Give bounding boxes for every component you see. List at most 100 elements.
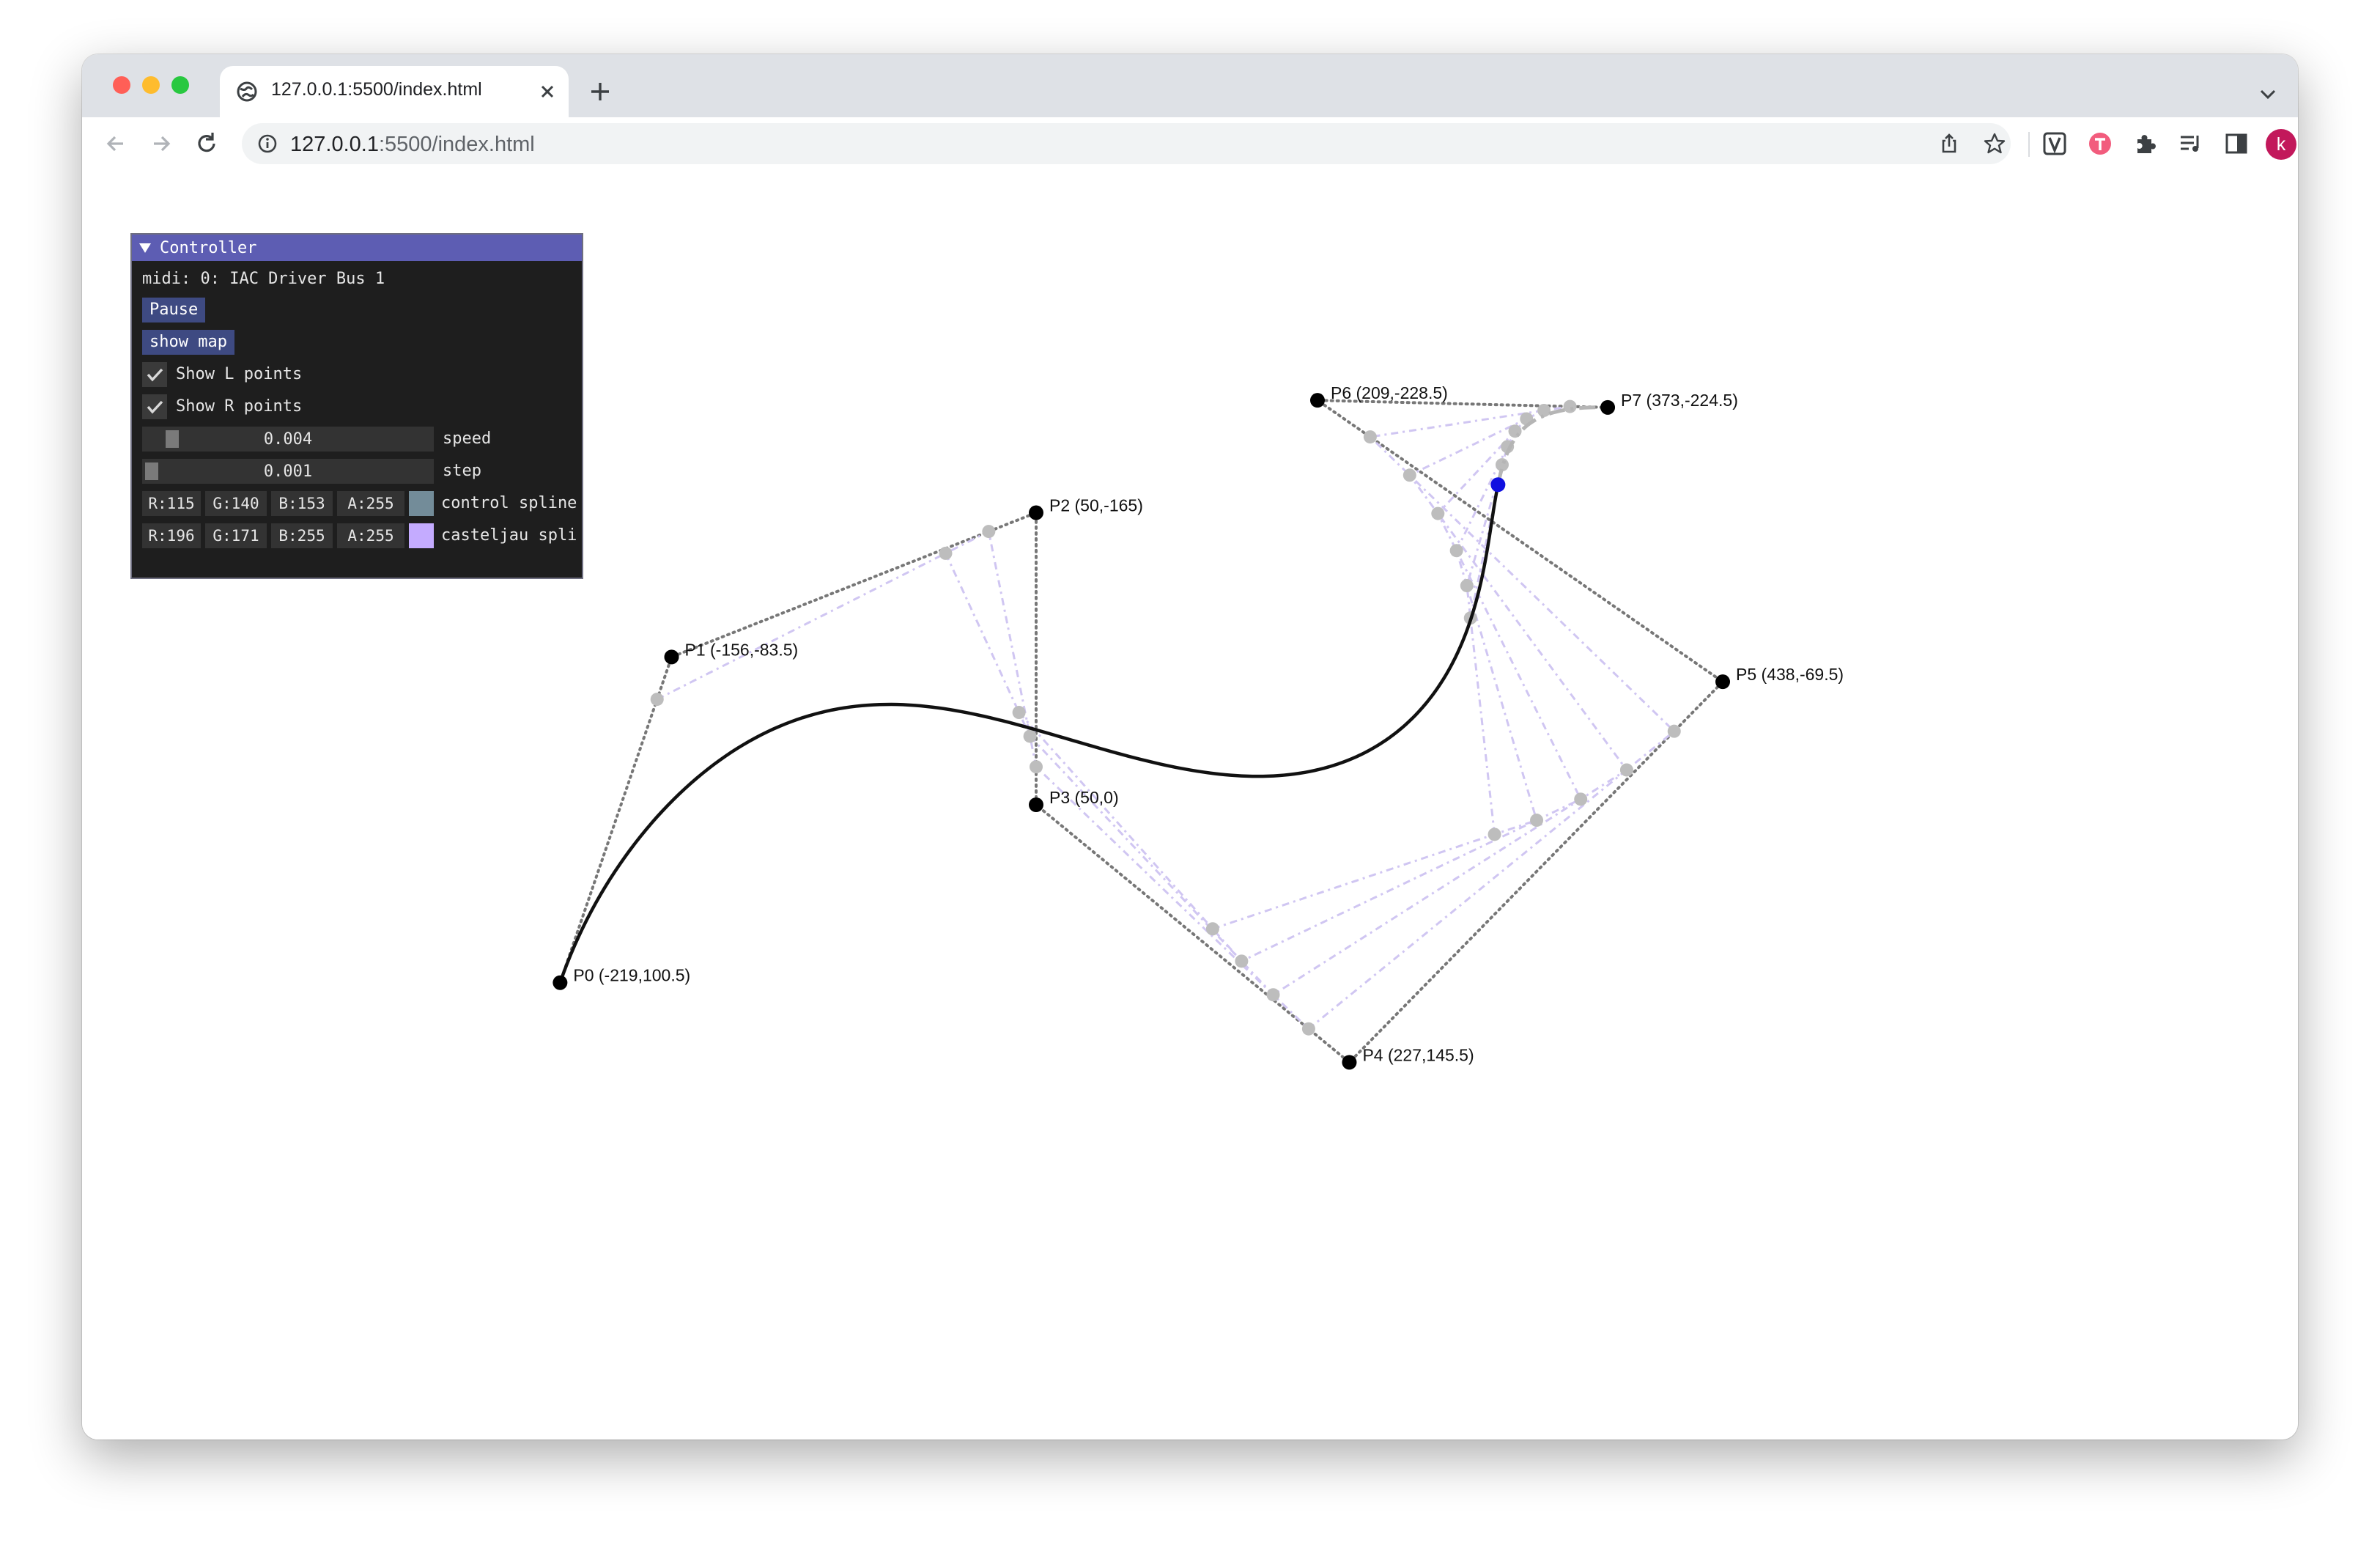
- tab-title: 127.0.0.1:5500/index.html: [271, 79, 482, 100]
- controller-panel: Controller midi: 0: IAC Driver Bus 1 Pau…: [130, 233, 583, 579]
- intermediate-point: [982, 525, 996, 539]
- control-point-p5: [1715, 674, 1731, 690]
- step-value: 0.001: [263, 462, 313, 481]
- control-point-p7: [1600, 399, 1616, 415]
- intermediate-point: [1402, 468, 1416, 482]
- casteljau-spline-label: casteljau spline: [441, 526, 577, 545]
- control-point-p4: [1342, 1055, 1357, 1070]
- intermediate-point: [1460, 579, 1474, 593]
- forward-icon[interactable]: [147, 129, 176, 158]
- url-host: 127.0.0.1: [290, 133, 379, 156]
- speed-slider[interactable]: 0.004: [142, 427, 434, 452]
- control-color-g[interactable]: G:140: [205, 491, 267, 516]
- speed-value: 0.004: [263, 430, 313, 449]
- control-point-label-p3: P3 (50,0): [1049, 788, 1119, 807]
- intermediate-point: [1449, 544, 1463, 558]
- control-point-label-p5: P5 (438,-69.5): [1736, 665, 1844, 684]
- back-icon[interactable]: [101, 129, 130, 158]
- casteljau-color-swatch[interactable]: [409, 523, 434, 548]
- intermediate-point: [1030, 760, 1043, 774]
- new-tab-button[interactable]: [588, 79, 613, 104]
- control-color-a[interactable]: A:255: [337, 491, 404, 516]
- side-panel-icon[interactable]: [2223, 130, 2250, 157]
- remaining-curve: [1496, 405, 1608, 485]
- puzzle-icon[interactable]: [2132, 130, 2159, 157]
- close-icon[interactable]: [536, 81, 558, 103]
- browser-window: 127.0.0.1:5500/index.html 127.0.0.1:5500…: [82, 54, 2298, 1440]
- intermediate-point: [1619, 763, 1633, 777]
- address-bar[interactable]: 127.0.0.1:5500/index.html: [242, 123, 2011, 164]
- midi-status: midi: 0: IAC Driver Bus 1: [142, 270, 385, 288]
- casteljau-color-g[interactable]: G:171: [205, 523, 267, 548]
- show-r-points-label: Show R points: [176, 397, 303, 416]
- star-icon[interactable]: [1983, 132, 2006, 155]
- control-point-p3: [1029, 797, 1043, 812]
- tab-strip: 127.0.0.1:5500/index.html: [82, 54, 2298, 117]
- intermediate-point: [1205, 922, 1219, 936]
- tab-active[interactable]: 127.0.0.1:5500/index.html: [220, 66, 569, 117]
- casteljau-level-line: [657, 405, 1677, 1031]
- speed-label: speed: [443, 430, 492, 448]
- media-icon[interactable]: [2178, 130, 2204, 157]
- control-point-p1: [664, 649, 679, 665]
- share-icon[interactable]: [1937, 132, 1961, 155]
- intermediate-point: [1363, 430, 1377, 444]
- casteljau-level-line: [945, 409, 1629, 997]
- avatar[interactable]: k: [2266, 129, 2296, 160]
- window-maximize-button[interactable]: [171, 76, 189, 94]
- control-point-p0: [552, 975, 568, 990]
- show-map-button[interactable]: show map: [142, 330, 234, 355]
- control-color-r[interactable]: R:115: [142, 491, 201, 516]
- show-l-points-label: Show L points: [176, 365, 303, 383]
- intermediate-point: [650, 693, 664, 707]
- intermediate-point: [1235, 954, 1249, 968]
- step-slider[interactable]: 0.001: [142, 459, 434, 484]
- window-minimize-button[interactable]: [142, 76, 160, 94]
- window-close-button[interactable]: [113, 76, 130, 94]
- intermediate-point: [1563, 399, 1577, 413]
- extension-v-icon[interactable]: [2041, 130, 2068, 157]
- casteljau-color-b[interactable]: B:255: [271, 523, 333, 548]
- control-point-label-p6: P6 (209,-228.5): [1331, 383, 1448, 402]
- controller-title: Controller: [160, 239, 257, 257]
- page-viewport: P0 (-219,100.5) P1 (-156,-83.5) P2 (50,-16…: [82, 172, 2298, 1440]
- intermediate-point: [1574, 792, 1588, 806]
- url-path: :5500/index.html: [378, 133, 535, 156]
- collapse-arrow-icon[interactable]: [138, 240, 152, 255]
- intermediate-point: [1023, 729, 1037, 743]
- intermediate-point: [1537, 403, 1551, 417]
- chevron-down-icon[interactable]: [2257, 84, 2279, 106]
- show-r-points-checkbox[interactable]: [142, 394, 167, 419]
- intermediate-point: [1488, 828, 1501, 841]
- info-icon[interactable]: [256, 133, 278, 155]
- controller-title-bar[interactable]: Controller: [132, 235, 582, 261]
- control-point-label-p0: P0 (-219,100.5): [573, 966, 690, 985]
- control-point-label-p2: P2 (50,-165): [1049, 496, 1143, 515]
- control-spline-label: control spline: [441, 494, 577, 512]
- intermediate-point: [1508, 424, 1522, 438]
- control-point-p6: [1309, 393, 1325, 408]
- show-l-points-checkbox[interactable]: [142, 362, 167, 387]
- casteljau-color-a[interactable]: A:255: [337, 523, 404, 548]
- url-text[interactable]: 127.0.0.1:5500/index.html: [290, 133, 535, 157]
- extension-t-icon[interactable]: [2087, 130, 2113, 157]
- intermediate-point: [1301, 1022, 1315, 1036]
- step-label: step: [443, 462, 481, 480]
- casteljau-level-line: [1212, 430, 1538, 930]
- toolbar-divider: [2028, 132, 2030, 157]
- control-color-swatch[interactable]: [409, 491, 434, 516]
- control-point-label-p4: P4 (227,145.5): [1362, 1045, 1474, 1064]
- pause-button[interactable]: Pause: [142, 298, 206, 322]
- checkmark-icon: [147, 400, 163, 414]
- intermediate-point: [1530, 814, 1544, 828]
- toolbar: 127.0.0.1:5500/index.html k: [82, 117, 2298, 173]
- control-point-label-p1: P1 (-156,-83.5): [685, 640, 799, 659]
- intermediate-point: [1667, 724, 1681, 738]
- reload-icon[interactable]: [192, 129, 221, 158]
- control-color-b[interactable]: B:153: [271, 491, 333, 516]
- globe-icon: [237, 81, 257, 102]
- casteljau-color-r[interactable]: R:196: [142, 523, 201, 548]
- intermediate-point: [1012, 706, 1026, 720]
- intermediate-point: [939, 546, 953, 560]
- control-point-label-p7: P7 (373,-224.5): [1621, 391, 1738, 410]
